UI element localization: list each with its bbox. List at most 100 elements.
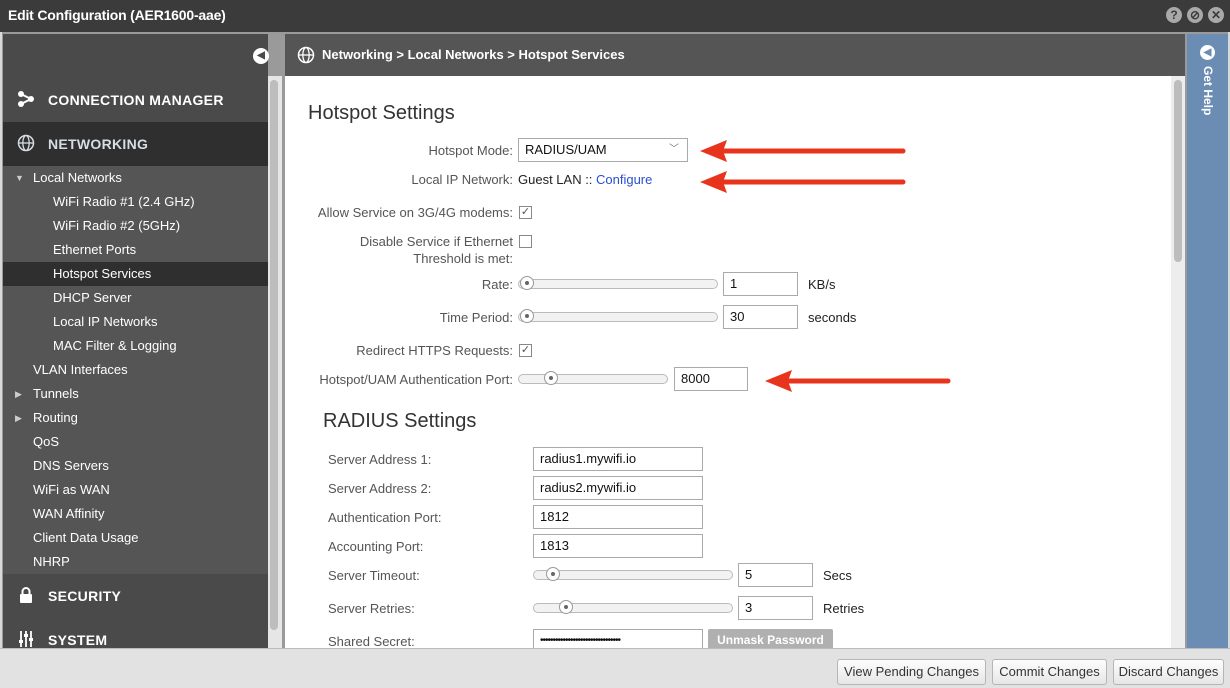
connection-icon <box>18 91 34 107</box>
shared-secret-input[interactable]: •••••••••••••••••••••••••••••••• <box>533 629 703 648</box>
server-timeout-slider[interactable] <box>533 567 733 581</box>
sidebar-item-ethernet-ports[interactable]: Ethernet Ports <box>3 238 268 262</box>
server-timeout-input[interactable]: 5 <box>738 563 813 587</box>
sidebar-item-mac-filter[interactable]: MAC Filter & Logging <box>3 334 268 358</box>
sidebar-item-label: WiFi Radio #2 (5GHz) <box>53 218 181 233</box>
minimize-icon[interactable]: ⊘ <box>1187 7 1203 23</box>
sidebar-item-wifi-radio-2[interactable]: WiFi Radio #2 (5GHz) <box>3 214 268 238</box>
slider-handle[interactable] <box>559 600 573 614</box>
hotspot-mode-value: RADIUS/UAM <box>525 142 607 157</box>
sidebar-item-label: Local Networks <box>33 170 122 185</box>
accounting-port-input[interactable]: 1813 <box>533 534 703 558</box>
rate-slider[interactable] <box>518 276 718 290</box>
slider-handle[interactable] <box>520 309 534 323</box>
window-titlebar: Edit Configuration (AER1600-aae) ? ⊘ ✕ <box>0 0 1230 32</box>
annotation-arrow <box>700 140 906 162</box>
get-help-label: Get Help <box>1201 66 1215 116</box>
server-retries-input[interactable]: 3 <box>738 596 813 620</box>
sidebar-item-label: WiFi as WAN <box>33 482 110 497</box>
sidebar-item-client-data-usage[interactable]: Client Data Usage <box>3 526 268 550</box>
sidebar-item-local-networks[interactable]: ▼ Local Networks <box>3 166 268 190</box>
slider-handle[interactable] <box>546 567 560 581</box>
server-address-1-input[interactable]: radius1.mywifi.io <box>533 447 703 471</box>
server-address-1-label: Server Address 1: <box>328 452 432 467</box>
slider-handle[interactable] <box>520 276 534 290</box>
sidebar-section-label: NETWORKING <box>48 136 149 152</box>
redirect-https-checkbox[interactable]: ✓ <box>519 344 532 357</box>
collapse-sidebar-icon[interactable]: ◀ <box>253 48 269 64</box>
time-period-slider[interactable] <box>518 309 718 323</box>
sidebar-item-routing[interactable]: ▶ Routing <box>3 406 268 430</box>
expanded-triangle-icon: ▼ <box>15 173 24 183</box>
view-pending-changes-button[interactable]: View Pending Changes <box>837 659 986 685</box>
get-help-panel[interactable]: ◀ Get Help <box>1187 34 1228 648</box>
sidebar-item-label: Hotspot Services <box>53 266 152 281</box>
shared-secret-label: Shared Secret: <box>328 634 415 648</box>
uam-auth-port-label: Hotspot/UAM Authentication Port: <box>319 372 513 387</box>
sidebar-item-tunnels[interactable]: ▶ Tunnels <box>3 382 268 406</box>
radius-settings-heading: RADIUS Settings <box>323 410 477 432</box>
sidebar-item-label: Ethernet Ports <box>53 242 137 257</box>
unmask-password-button[interactable]: Unmask Password <box>708 629 833 648</box>
sidebar-section-connection-manager[interactable]: CONNECTION MANAGER <box>3 78 268 122</box>
uam-auth-port-input[interactable]: 8000 <box>674 367 748 391</box>
server-retries-label: Server Retries: <box>328 601 415 616</box>
server-address-2-input[interactable]: radius2.mywifi.io <box>533 476 703 500</box>
sidebar-item-label: MAC Filter & Logging <box>53 338 177 353</box>
server-address-2-label: Server Address 2: <box>328 481 432 496</box>
redirect-https-label: Redirect HTTPS Requests: <box>356 343 513 358</box>
server-timeout-label: Server Timeout: <box>328 568 420 583</box>
rate-input[interactable]: 1 <box>723 272 798 296</box>
server-retries-unit: Retries <box>823 601 865 616</box>
sidebar-section-security[interactable]: SECURITY <box>3 574 268 618</box>
sidebar-item-label: Local IP Networks <box>53 314 158 329</box>
sidebar-item-label: NHRP <box>33 554 70 569</box>
sidebar-item-wan-affinity[interactable]: WAN Affinity <box>3 502 268 526</box>
help-icon[interactable]: ? <box>1166 7 1182 23</box>
configure-link[interactable]: Configure <box>596 172 652 187</box>
uam-auth-port-slider[interactable] <box>518 371 668 385</box>
slider-handle[interactable] <box>544 371 558 385</box>
close-icon[interactable]: ✕ <box>1208 7 1224 23</box>
disable-eth-label-line2: Threshold is met: <box>413 251 513 266</box>
lock-icon <box>20 587 32 603</box>
time-period-input[interactable]: 30 <box>723 305 798 329</box>
sidebar-item-dhcp-server[interactable]: DHCP Server <box>3 286 268 310</box>
expand-help-icon[interactable]: ◀ <box>1200 45 1215 60</box>
sidebar-item-dns-servers[interactable]: DNS Servers <box>3 454 268 478</box>
time-period-unit: seconds <box>808 310 857 325</box>
sidebar-scrollbar[interactable] <box>270 80 278 630</box>
hotspot-settings-heading: Hotspot Settings <box>308 102 455 124</box>
sidebar-item-nhrp[interactable]: NHRP <box>3 550 268 574</box>
disable-eth-checkbox[interactable] <box>519 235 532 248</box>
footer-bar: View Pending Changes Commit Changes Disc… <box>0 648 1230 688</box>
window-title: Edit Configuration (AER1600-aae) <box>8 7 226 23</box>
authentication-port-label: Authentication Port: <box>328 510 442 525</box>
sidebar-item-hotspot-services[interactable]: Hotspot Services <box>3 262 268 286</box>
collapsed-triangle-icon: ▶ <box>15 389 22 399</box>
sidebar-section-networking[interactable]: NETWORKING <box>3 122 268 166</box>
authentication-port-input[interactable]: 1812 <box>533 505 703 529</box>
sidebar-item-qos[interactable]: QoS <box>3 430 268 454</box>
sidebar-item-label: Client Data Usage <box>33 530 139 545</box>
discard-changes-button[interactable]: Discard Changes <box>1113 659 1224 685</box>
disable-eth-label-line1: Disable Service if Ethernet <box>359 234 513 249</box>
server-retries-slider[interactable] <box>533 600 733 614</box>
hotspot-mode-label: Hotspot Mode: <box>428 143 513 158</box>
sidebar-item-local-ip-networks[interactable]: Local IP Networks <box>3 310 268 334</box>
allow-3g4g-checkbox[interactable]: ✓ <box>519 206 532 219</box>
sliders-icon <box>19 631 33 647</box>
breadcrumb-bar: Networking > Local Networks > Hotspot Se… <box>285 34 1185 76</box>
local-ip-network-label: Local IP Network: <box>411 172 513 187</box>
sidebar-section-system[interactable]: SYSTEM <box>3 618 268 648</box>
breadcrumb: Networking > Local Networks > Hotspot Se… <box>322 47 625 62</box>
sidebar-section-label: CONNECTION MANAGER <box>48 92 224 108</box>
hotspot-mode-select[interactable]: RADIUS/UAM ﹀ <box>518 138 688 162</box>
sidebar-item-label: QoS <box>33 434 60 449</box>
content-scrollbar[interactable] <box>1174 80 1182 262</box>
commit-changes-button[interactable]: Commit Changes <box>992 659 1107 685</box>
server-timeout-unit: Secs <box>823 568 852 583</box>
sidebar-item-wifi-as-wan[interactable]: WiFi as WAN <box>3 478 268 502</box>
sidebar-item-vlan-interfaces[interactable]: VLAN Interfaces <box>3 358 268 382</box>
sidebar-item-wifi-radio-1[interactable]: WiFi Radio #1 (2.4 GHz) <box>3 190 268 214</box>
